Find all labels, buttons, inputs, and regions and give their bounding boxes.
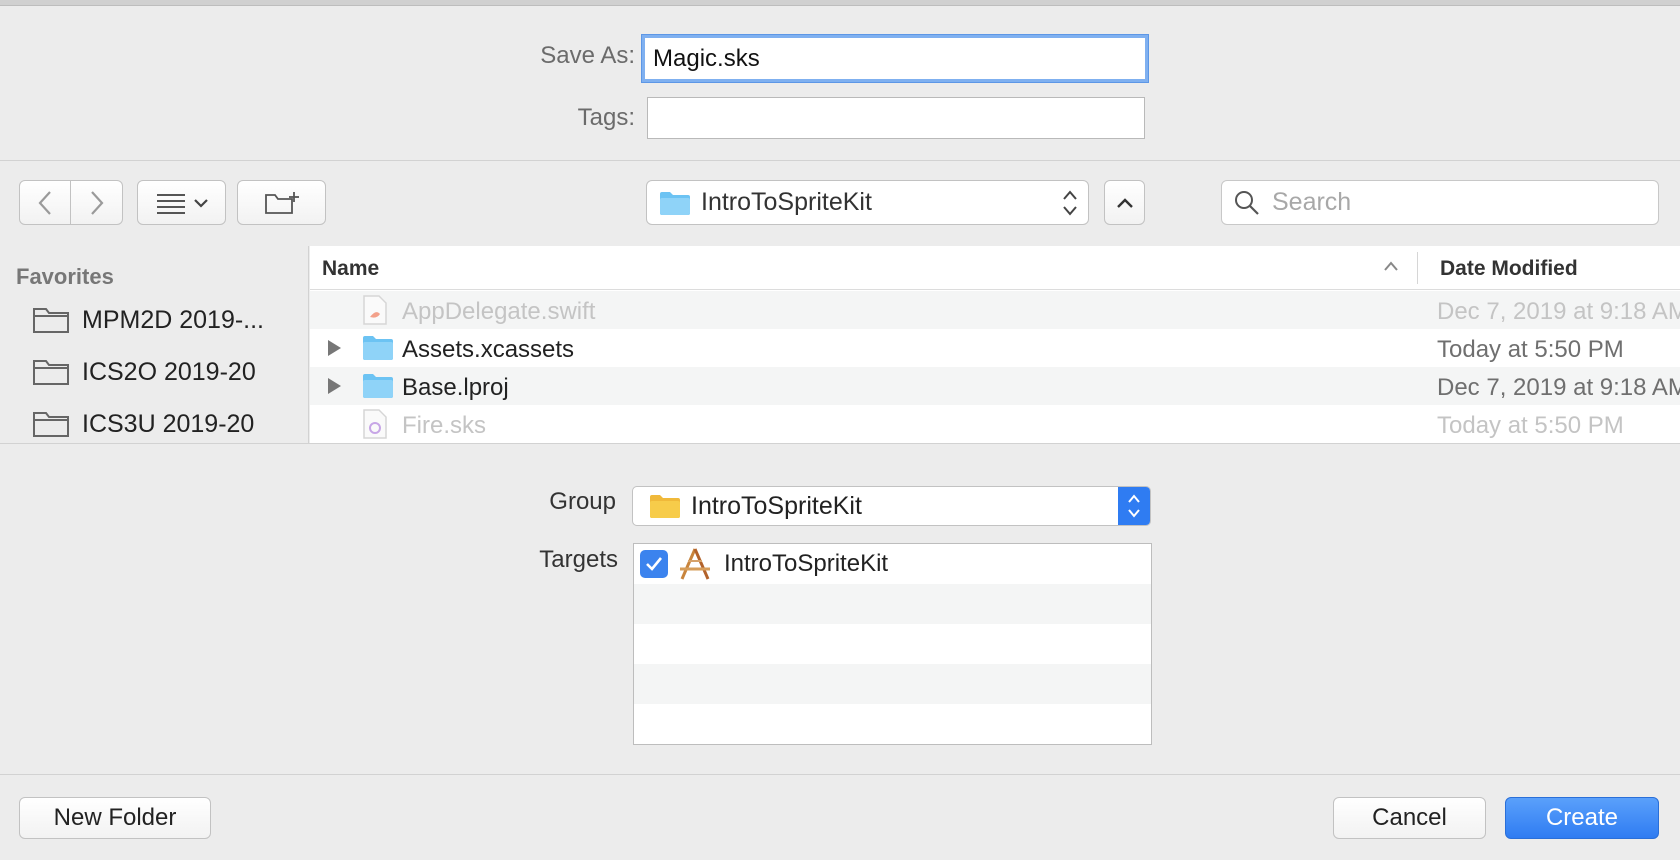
folder-icon xyxy=(33,308,69,333)
column-header-date[interactable]: Date Modified xyxy=(1440,257,1578,281)
sidebar-item-label: MPM2D 2019-... xyxy=(82,305,265,334)
location-label: IntroToSpriteKit xyxy=(701,188,872,216)
column-header-name[interactable]: Name xyxy=(322,257,379,281)
folder-icon xyxy=(363,336,393,360)
group-popup[interactable]: IntroToSpriteKit xyxy=(632,486,1151,526)
group-popup-stepper[interactable] xyxy=(1118,487,1150,525)
up-down-arrows-icon xyxy=(1063,189,1077,216)
list-item[interactable]: Assets.xcassets Today at 5:50 PM xyxy=(310,329,1680,367)
sidebar-item-label: ICS2O 2019-20 xyxy=(82,357,256,386)
disclosure-triangle-icon[interactable] xyxy=(326,339,342,357)
file-date: Dec 7, 2019 at 9:18 AM xyxy=(1437,298,1680,325)
list-item: Fire.sks Today at 5:50 PM xyxy=(310,405,1680,443)
sidebar: Favorites MPM2D 2019-... ICS2O 2019-20 I… xyxy=(0,246,309,443)
create-button[interactable]: Create xyxy=(1505,797,1659,839)
save-as-label: Save As: xyxy=(540,42,635,69)
location-popup[interactable]: IntroToSpriteKit xyxy=(646,180,1089,225)
target-checkbox[interactable] xyxy=(640,550,668,578)
sidebar-item-mpm2d[interactable]: MPM2D 2019-... xyxy=(32,300,264,340)
view-options-button[interactable] xyxy=(137,180,226,225)
back-button[interactable] xyxy=(19,180,71,225)
tags-label: Tags: xyxy=(577,104,635,131)
swift-file-icon xyxy=(363,295,387,325)
file-name: AppDelegate.swift xyxy=(402,298,596,325)
checkmark-icon xyxy=(646,557,663,571)
chevron-up-icon xyxy=(1116,197,1133,208)
header-separator xyxy=(0,160,1680,161)
footer-separator xyxy=(0,774,1680,775)
file-date: Today at 5:50 PM xyxy=(1437,412,1624,439)
target-row-empty xyxy=(634,664,1151,704)
sidebar-item-ics3u[interactable]: ICS3U 2019-20 xyxy=(32,404,254,443)
list-header: Name Date Modified xyxy=(310,246,1680,290)
file-name: Assets.xcassets xyxy=(402,336,575,363)
list-item: AppDelegate.swift Dec 7, 2019 at 9:18 AM xyxy=(310,291,1680,329)
chevron-right-icon xyxy=(90,190,103,215)
new-folder-icon xyxy=(264,191,299,214)
particle-file-icon xyxy=(363,409,387,439)
file-name: Base.lproj xyxy=(402,374,509,401)
window-top-border xyxy=(0,0,1680,6)
sidebar-item-ics2o[interactable]: ICS2O 2019-20 xyxy=(32,352,256,392)
list-view-icon xyxy=(156,193,185,214)
target-row-empty xyxy=(634,624,1151,664)
new-folder-toolbar-button[interactable] xyxy=(237,180,326,225)
up-down-arrows-icon xyxy=(1128,494,1140,518)
sort-ascending-icon xyxy=(1384,261,1398,271)
list-item[interactable]: Base.lproj Dec 7, 2019 at 9:18 AM xyxy=(310,367,1680,405)
enclosing-folder-button[interactable] xyxy=(1104,180,1145,225)
cancel-button[interactable]: Cancel xyxy=(1333,797,1486,839)
column-divider xyxy=(1417,252,1418,284)
save-as-field[interactable]: Magic.sks xyxy=(642,35,1148,82)
file-date: Today at 5:50 PM xyxy=(1437,336,1624,363)
group-value: IntroToSpriteKit xyxy=(691,491,862,520)
targets-label: Targets xyxy=(539,546,618,573)
targets-list: IntroToSpriteKit xyxy=(633,543,1152,745)
target-row-empty xyxy=(634,704,1151,744)
forward-button[interactable] xyxy=(71,180,123,225)
favorites-heading: Favorites xyxy=(16,264,114,289)
browser-separator xyxy=(0,443,1680,444)
chevron-down-icon xyxy=(193,198,208,208)
file-date: Dec 7, 2019 at 9:18 AM xyxy=(1437,374,1680,401)
new-folder-button[interactable]: New Folder xyxy=(19,797,211,839)
file-name: Fire.sks xyxy=(402,412,486,439)
search-placeholder: Search xyxy=(1272,188,1352,216)
folder-icon xyxy=(33,412,69,437)
group-label: Group xyxy=(549,488,616,515)
chevron-left-icon xyxy=(38,190,51,215)
folder-icon xyxy=(650,495,680,518)
tags-field[interactable] xyxy=(647,97,1145,139)
folder-icon xyxy=(33,360,69,385)
search-icon xyxy=(1235,190,1259,215)
target-row-empty xyxy=(634,584,1151,624)
file-list: Name Date Modified AppDelegate.swift Dec… xyxy=(310,246,1680,443)
target-row[interactable]: IntroToSpriteKit xyxy=(634,544,1151,584)
disclosure-triangle-icon[interactable] xyxy=(326,377,342,395)
target-name: IntroToSpriteKit xyxy=(724,550,889,577)
app-target-icon xyxy=(680,548,710,580)
search-field[interactable]: Search xyxy=(1221,180,1659,225)
sidebar-item-label: ICS3U 2019-20 xyxy=(82,409,255,438)
folder-icon xyxy=(363,374,393,398)
folder-icon xyxy=(660,191,690,215)
